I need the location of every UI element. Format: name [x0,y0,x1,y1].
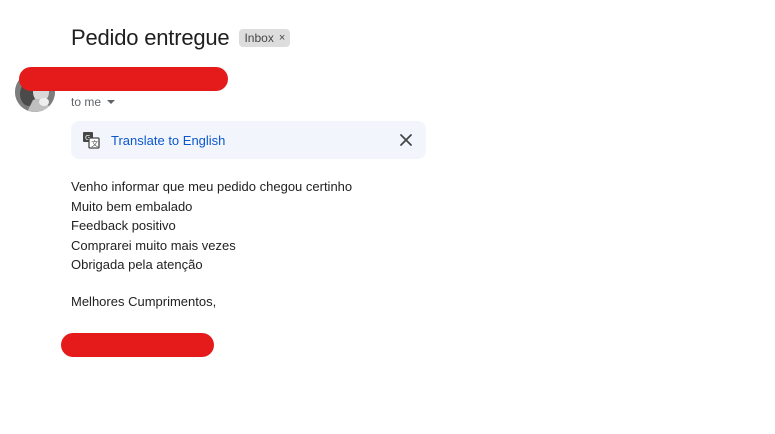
email-view: Pedido entregue Inbox × to me G 文 Transl… [0,0,775,434]
translate-to-english-link[interactable]: Translate to English [111,133,225,148]
caret-down-icon [107,100,116,104]
remove-label-icon[interactable]: × [279,32,285,44]
recipient-summary: to me [71,95,102,109]
svg-text:文: 文 [91,139,98,148]
redacted-signature [61,333,214,357]
inbox-label-chip[interactable]: Inbox × [239,29,291,47]
redacted-sender-name [19,67,228,91]
body-line: Comprarei muito mais vezes [71,237,236,253]
translate-icon: G 文 [83,132,100,149]
close-icon[interactable] [398,132,414,148]
email-closing: Melhores Cumprimentos, [71,294,217,309]
label-text: Inbox [244,31,274,45]
body-line: Obrigada pela atenção [71,257,203,272]
translate-bar: G 文 Translate to English [71,121,426,159]
recipient-details-toggle[interactable]: to me [71,95,116,109]
email-body: Venho informar que meu pedido chegou cer… [71,177,352,275]
body-line: Muito bem embalado [71,198,193,214]
body-line: Feedback positivo [71,218,176,233]
email-subject: Pedido entregue [71,25,230,50]
subject-row: Pedido entregue Inbox × [71,24,291,52]
body-line: Venho informar que meu pedido chegou cer… [71,179,353,194]
